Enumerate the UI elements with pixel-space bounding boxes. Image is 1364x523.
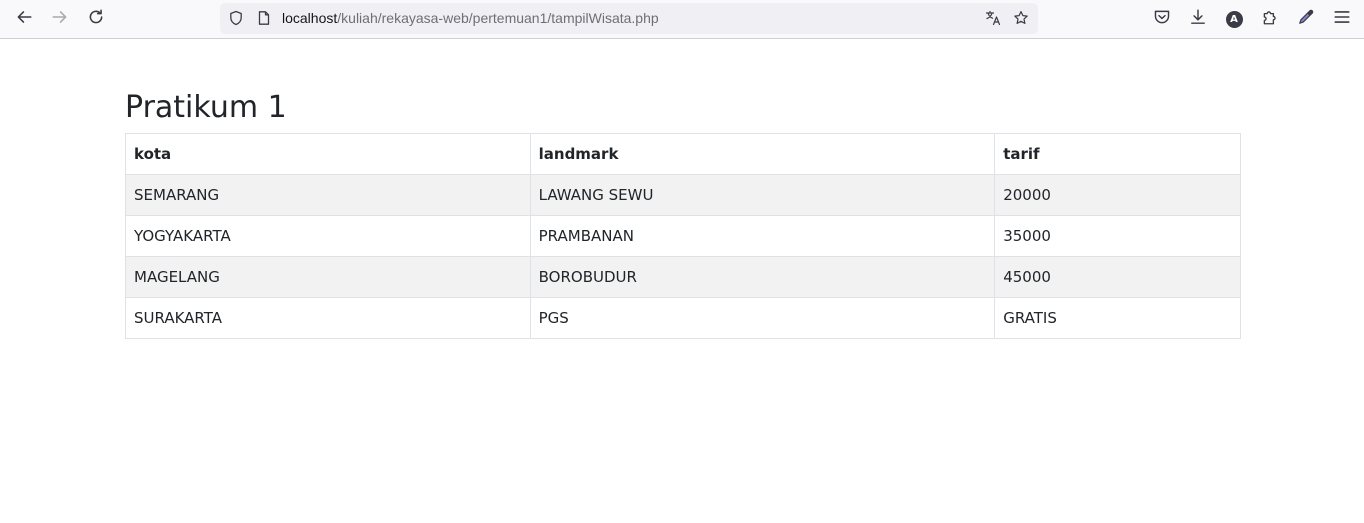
- menu-button[interactable]: [1328, 5, 1356, 33]
- cell-kota: YOGYAKARTA: [125, 215, 531, 257]
- address-bar[interactable]: localhost/kuliah/rekayasa-web/pertemuan1…: [220, 3, 1038, 34]
- pocket-icon: [1153, 8, 1171, 31]
- cell-landmark: LAWANG SEWU: [529, 174, 996, 216]
- reload-button[interactable]: [82, 5, 110, 33]
- eyedropper-button[interactable]: [1292, 5, 1320, 33]
- table-row: YOGYAKARTA PRAMBANAN 35000: [125, 215, 1241, 257]
- account-icon: A: [1225, 10, 1243, 28]
- forward-button[interactable]: [46, 5, 74, 33]
- cell-tarif: 45000: [994, 256, 1241, 298]
- star-icon[interactable]: [1012, 9, 1030, 27]
- url-host: localhost: [282, 10, 338, 26]
- forward-arrow-icon: [51, 8, 69, 31]
- back-arrow-icon: [15, 8, 33, 31]
- reload-icon: [87, 8, 105, 31]
- download-icon: [1189, 8, 1207, 31]
- table-row: SEMARANG LAWANG SEWU 20000: [125, 174, 1241, 216]
- downloads-button[interactable]: [1184, 5, 1212, 33]
- extensions-icon: [1261, 8, 1279, 31]
- eyedropper-icon: [1297, 8, 1315, 31]
- extensions-button[interactable]: [1256, 5, 1284, 33]
- header-tarif: tarif: [994, 133, 1241, 175]
- url-path: /kuliah/rekayasa-web/pertemuan1/tampilWi…: [337, 10, 659, 26]
- cell-kota: SEMARANG: [125, 174, 531, 216]
- table-header-row: kota landmark tarif: [125, 133, 1241, 175]
- shield-icon[interactable]: [227, 9, 245, 27]
- url-text[interactable]: localhost/kuliah/rekayasa-web/pertemuan1…: [282, 10, 659, 27]
- hamburger-menu-icon: [1333, 8, 1351, 31]
- back-button[interactable]: [10, 5, 38, 33]
- table-row: SURAKARTA PGS GRATIS: [125, 297, 1241, 339]
- page-icon[interactable]: [255, 9, 273, 27]
- translate-icon[interactable]: [984, 9, 1002, 27]
- cell-kota: MAGELANG: [125, 256, 531, 298]
- cell-landmark: BOROBUDUR: [529, 256, 996, 298]
- header-landmark: landmark: [529, 133, 996, 175]
- cell-tarif: GRATIS: [994, 297, 1241, 339]
- wisata-table: kota landmark tarif SEMARANG LAWANG SEWU…: [125, 133, 1241, 339]
- table-row: MAGELANG BOROBUDUR 45000: [125, 256, 1241, 298]
- account-button[interactable]: A: [1220, 5, 1248, 33]
- cell-landmark: PGS: [529, 297, 996, 339]
- pocket-button[interactable]: [1148, 5, 1176, 33]
- cell-landmark: PRAMBANAN: [529, 215, 996, 257]
- page-title: Pratikum 1: [125, 90, 287, 125]
- cell-tarif: 35000: [994, 215, 1241, 257]
- account-initial: A: [1230, 13, 1238, 25]
- cell-kota: SURAKARTA: [125, 297, 531, 339]
- cell-tarif: 20000: [994, 174, 1241, 216]
- browser-toolbar: localhost/kuliah/rekayasa-web/pertemuan1…: [0, 0, 1364, 39]
- header-kota: kota: [125, 133, 531, 175]
